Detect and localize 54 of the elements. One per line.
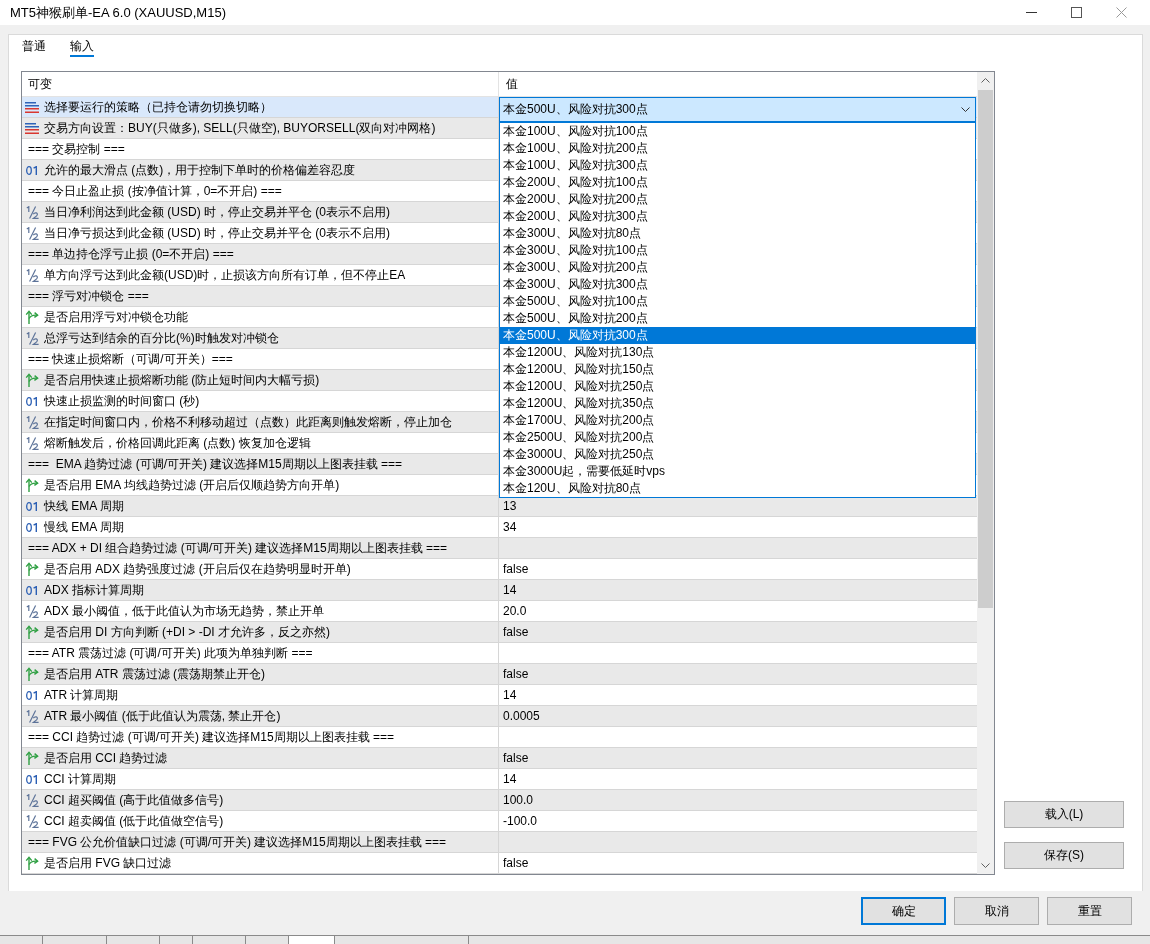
section-heading: === 交易控制 === (28, 140, 125, 158)
section-heading: === FVG 公允价值缺口过滤 (可调/可开关) 建议选择M15周期以上图表挂载 === (28, 833, 447, 851)
parameter-name: 当日净利润达到此金额 (USD) 时，停止交易并平仓 (0表示不启用) (44, 203, 390, 221)
section-heading: === ADX + DI 组合趋势过滤 (可调/可开关) 建议选择M15周期以上图表挂载 === (28, 539, 448, 557)
section-heading: === 浮亏对冲锁仓 === (28, 287, 149, 305)
parameter-name: 选择要运行的策略（已持仓请勿切换切略） (44, 98, 272, 116)
parameter-name: 快速止损监测的时间窗口 (秒) (44, 392, 200, 410)
parameter-name: 是否启用 ADX 趋势强度过滤 (开启后仅在趋势明显时开单) (44, 560, 351, 578)
column-header: 值 (506, 75, 518, 93)
section-heading: === ATR 震荡过滤 (可调/可开关) 此项为单独判断 === (28, 644, 313, 662)
parameter-name: 是否启用 ATR 震荡过滤 (震荡期禁止开仓) (44, 665, 266, 683)
parameter-value: false (503, 667, 529, 681)
parameter-value: false (503, 562, 529, 576)
section-heading: === 单边持仓浮亏止损 (0=不开启) === (28, 245, 234, 263)
parameter-name: ADX 指标计算周期 (44, 581, 144, 599)
parameter-value: 34 (503, 520, 517, 534)
parameter-value: false (503, 625, 529, 639)
parameter-value: 13 (503, 499, 517, 513)
parameter-name: ATR 计算周期 (44, 686, 119, 704)
parameter-value: false (503, 856, 529, 870)
parameter-name: 是否启用 DI 方向判断 (+DI > -DI 才允许多，反之亦然) (44, 623, 330, 641)
parameter-value: 14 (503, 583, 517, 597)
parameter-name: 当日净亏损达到此金额 (USD) 时，停止交易并平仓 (0表示不启用) (44, 224, 390, 242)
parameter-value: -100.0 (503, 814, 538, 828)
parameter-name: 是否启用浮亏对冲锁仓功能 (44, 308, 188, 326)
parameter-name: ATR 最小阈值 (低于此值认为震荡, 禁止开仓) (44, 707, 281, 725)
window-title: MT5神猴刷单-EA 6.0 (XAUUSD,M15) (10, 3, 226, 22)
section-heading: === CCI 趋势过滤 (可调/可开关) 建议选择M15周期以上图表挂载 === (28, 728, 395, 746)
parameter-name: 在指定时间窗口内，价格不利移动超过（点数）此距离则触发熔断，停止加仓 (44, 413, 452, 431)
parameter-value: 20.0 (503, 604, 527, 618)
parameter-name: 单方向浮亏达到此金额(USD)时，止损该方向所有订单，但不停止EA (44, 266, 406, 284)
parameter-name: 允许的最大滑点 (点数)，用于控制下单时的价格偏差容忍度 (44, 161, 356, 179)
parameter-value: 0.0005 (503, 709, 540, 723)
parameter-value: false (503, 751, 529, 765)
parameter-name: 慢线 EMA 周期 (44, 518, 124, 536)
parameter-name: 熔断触发后，价格回调此距离 (点数) 恢复加仓逻辑 (44, 434, 311, 452)
section-heading: === EMA 趋势过滤 (可调/可开关) 建议选择M15周期以上图表挂载 === (28, 455, 403, 473)
section-heading: === 今日止盈止损 (按净值计算，0=不开启) === (28, 182, 282, 200)
parameter-name: 是否启用快速止损熔断功能 (防止短时间内大幅亏损) (44, 371, 320, 389)
parameter-name: CCI 超买阈值 (高于此值做多信号) (44, 791, 224, 809)
parameter-name: 是否启用 FVG 缺口过滤 (44, 854, 172, 872)
parameter-name: 是否启用 EMA 均线趋势过滤 (开启后仅顺趋势方向开单) (44, 476, 340, 494)
parameter-value: 14 (503, 772, 517, 786)
column-header: 可变 (28, 75, 52, 93)
parameter-name: 交易方向设置：BUY(只做多), SELL(只做空), BUYORSELL(双向对冲网格) (44, 119, 436, 137)
parameter-name: ADX 最小阈值，低于此值认为市场无趋势，禁止开单 (44, 602, 324, 620)
parameter-name: 快线 EMA 周期 (44, 497, 124, 515)
parameter-value: 14 (503, 688, 517, 702)
parameter-name: CCI 计算周期 (44, 770, 116, 788)
section-heading: === 快速止损熔断（可调/可开关）=== (28, 350, 233, 368)
parameter-name: 总浮亏达到结余的百分比(%)时触发对冲锁仓 (44, 329, 279, 347)
parameter-name: CCI 超卖阈值 (低于此值做空信号) (44, 812, 224, 830)
parameter-value: 100.0 (503, 793, 534, 807)
parameter-name: 是否启用 CCI 趋势过滤 (44, 749, 168, 767)
